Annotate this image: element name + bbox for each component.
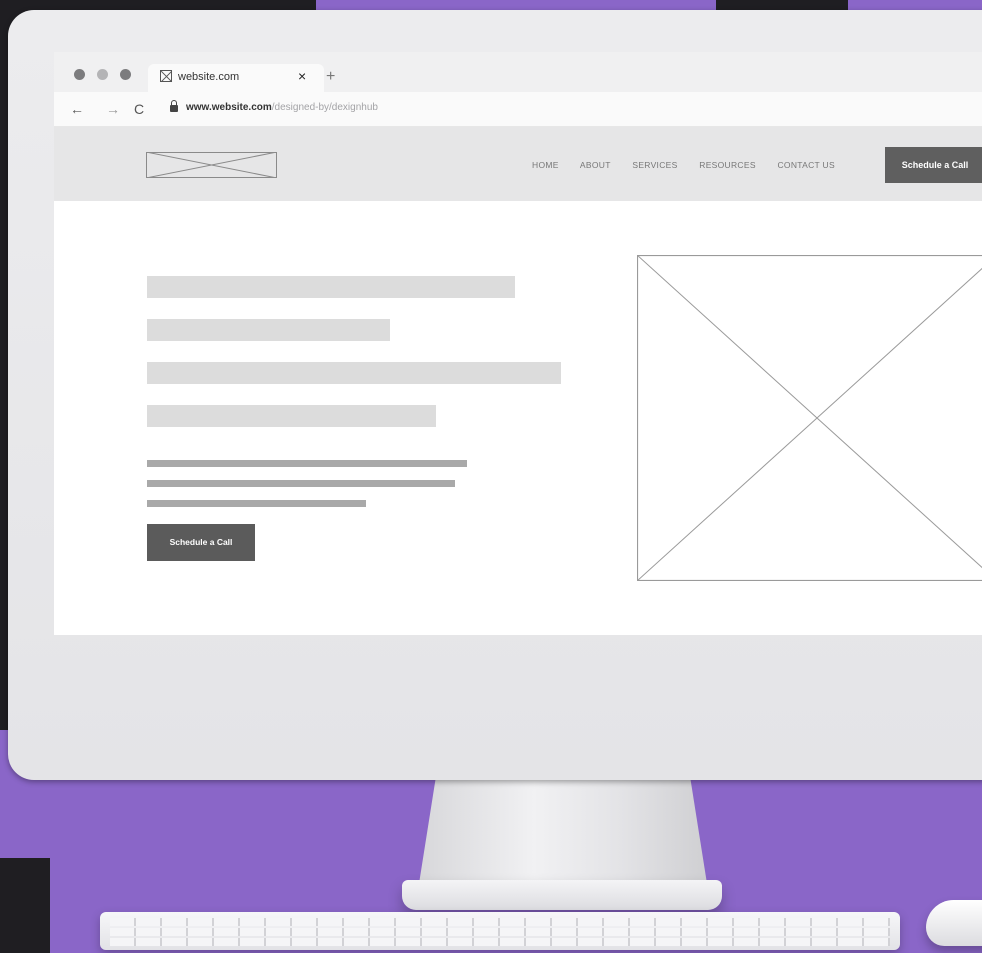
- forward-arrow-icon[interactable]: →: [106, 101, 120, 117]
- image-placeholder-icon: [160, 70, 172, 82]
- nav-link-home[interactable]: HOME: [532, 160, 559, 170]
- url-host: www.website.com: [186, 102, 272, 113]
- lock-icon: [170, 100, 178, 112]
- nav-link-resources[interactable]: RESOURCES: [699, 160, 756, 170]
- close-window-icon[interactable]: [74, 69, 85, 80]
- hero-image-placeholder: [637, 255, 982, 581]
- tab-bar: website.com × +: [54, 52, 982, 92]
- heading-placeholder: [147, 319, 390, 341]
- logo-placeholder-cross-icon: [146, 152, 277, 178]
- nav-link-about[interactable]: ABOUT: [580, 160, 611, 170]
- address-bar: ← → C www.website.com/designed-by/dexign…: [54, 92, 982, 127]
- maximize-window-icon[interactable]: [120, 69, 131, 80]
- heading-placeholder: [147, 276, 515, 298]
- browser-tab[interactable]: website.com ×: [148, 64, 324, 92]
- backdrop-dark-corner: [0, 858, 50, 953]
- heading-placeholder: [147, 362, 561, 384]
- nav-link-contact[interactable]: CONTACT US: [777, 160, 834, 170]
- header-schedule-call-button[interactable]: Schedule a Call: [885, 147, 982, 183]
- browser-window: website.com × + ← → C www.website.com/de…: [54, 52, 982, 635]
- url-path: /designed-by/dexignhub: [271, 102, 378, 113]
- site-header: HOME ABOUT SERVICES RESOURCES CONTACT US…: [54, 127, 982, 201]
- tab-title: website.com: [178, 71, 240, 83]
- hero-schedule-call-button[interactable]: Schedule a Call: [147, 524, 255, 561]
- keyboard-keys: [110, 918, 890, 926]
- back-arrow-icon[interactable]: ←: [70, 101, 84, 117]
- site-nav: HOME ABOUT SERVICES RESOURCES CONTACT US: [532, 160, 854, 170]
- apple-logo-icon: [568, 700, 608, 750]
- monitor-stand: [418, 780, 708, 890]
- tab-close-icon[interactable]: ×: [298, 68, 306, 84]
- text-line-placeholder: [147, 460, 467, 467]
- keyboard: [100, 912, 900, 950]
- new-tab-icon[interactable]: +: [326, 68, 335, 86]
- url-field[interactable]: www.website.com/designed-by/dexignhub: [186, 102, 378, 113]
- logo-placeholder[interactable]: [146, 152, 277, 178]
- text-line-placeholder: [147, 480, 455, 487]
- keyboard-keys: [110, 938, 890, 946]
- monitor-stand-base: [402, 880, 722, 910]
- heading-placeholder: [147, 405, 436, 427]
- mouse: [926, 900, 982, 946]
- text-line-placeholder: [147, 500, 366, 507]
- keyboard-keys: [110, 928, 890, 936]
- reload-icon[interactable]: C: [134, 101, 144, 117]
- nav-link-services[interactable]: SERVICES: [632, 160, 677, 170]
- minimize-window-icon[interactable]: [97, 69, 108, 80]
